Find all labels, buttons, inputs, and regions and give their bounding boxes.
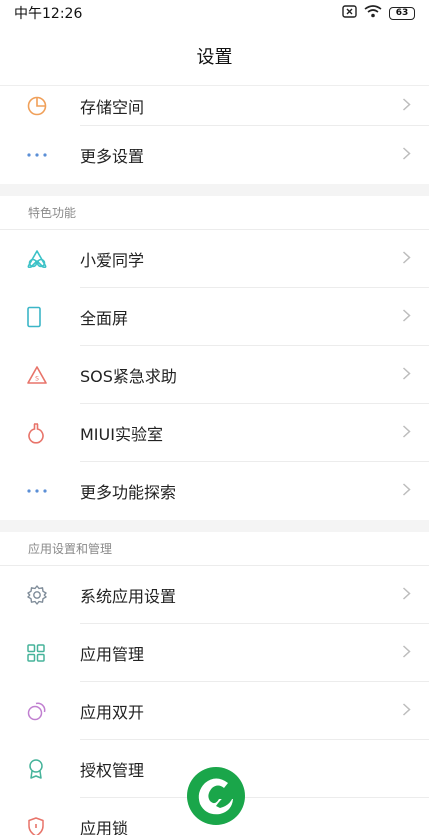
pie-chart-icon — [0, 95, 80, 117]
dual-apps-icon — [0, 700, 80, 722]
settings-item-label: 更多设置 — [80, 147, 145, 166]
settings-item-system-apps[interactable]: 系统应用设置 — [0, 566, 429, 624]
settings-item-label: 存储空间 — [80, 86, 429, 126]
settings-item-fullscreen[interactable]: 全面屏 — [0, 288, 429, 346]
sos-icon: S — [0, 365, 80, 385]
phone-screen-icon — [0, 306, 80, 328]
title-bar: 设置 — [0, 26, 429, 86]
chevron-right-icon — [402, 702, 411, 721]
chevron-right-icon — [402, 586, 411, 605]
settings-item-sos[interactable]: S SOS紧急求助 — [0, 346, 429, 404]
settings-item-xiaoai[interactable]: 小爱同学 — [0, 230, 429, 288]
battery-icon: 63 — [389, 6, 415, 20]
lab-flask-icon — [0, 422, 80, 444]
chevron-right-icon — [402, 146, 411, 165]
xiaoai-icon — [0, 249, 80, 269]
more-dots-icon — [0, 152, 80, 158]
settings-list: 存储空间 更多设置 特色功能 小爱同学 全面屏 S SOS紧急求助 MIUI实验… — [0, 86, 429, 835]
settings-item-label: 系统应用设置 — [80, 566, 429, 624]
settings-item-label: 应用锁 — [80, 819, 129, 835]
chevron-right-icon — [402, 366, 411, 385]
settings-item-label: MIUI实验室 — [80, 404, 429, 462]
wifi-icon — [364, 4, 382, 22]
settings-item-dual-apps[interactable]: 应用双开 — [0, 682, 429, 740]
chevron-right-icon — [402, 644, 411, 663]
chevron-right-icon — [402, 97, 411, 116]
page-title: 设置 — [196, 46, 233, 68]
section-divider — [0, 184, 429, 196]
status-time: 中午12:26 — [14, 6, 83, 22]
battery-level: 63 — [389, 6, 415, 20]
settings-item-more-features[interactable]: 更多功能探索 — [0, 462, 429, 520]
gear-icon — [0, 584, 80, 606]
settings-item-label: 小爱同学 — [80, 230, 429, 288]
more-dots-icon — [0, 488, 80, 494]
badge-icon — [0, 758, 80, 780]
watermark-logo — [186, 766, 246, 826]
section-header-apps: 应用设置和管理 — [0, 532, 429, 566]
section-divider — [0, 520, 429, 532]
settings-item-label: SOS紧急求助 — [80, 346, 429, 404]
no-sim-icon — [342, 4, 357, 22]
settings-item-label: 应用双开 — [80, 682, 429, 740]
shield-lock-icon — [0, 816, 80, 835]
section-header-features: 特色功能 — [0, 196, 429, 230]
svg-text:S: S — [35, 376, 39, 383]
settings-item-label: 授权管理 — [80, 740, 429, 798]
settings-item-more-settings[interactable]: 更多设置 — [0, 126, 429, 184]
settings-item-app-management[interactable]: 应用管理 — [0, 624, 429, 682]
status-bar: 中午12:26 63 — [0, 0, 429, 26]
chevron-right-icon — [402, 308, 411, 327]
chevron-right-icon — [402, 250, 411, 269]
status-icons: 63 — [342, 4, 415, 22]
settings-item-label: 更多功能探索 — [80, 483, 177, 502]
chevron-right-icon — [402, 424, 411, 443]
settings-item-storage[interactable]: 存储空间 — [0, 86, 429, 126]
grid-icon — [0, 643, 80, 663]
settings-item-label: 全面屏 — [80, 288, 429, 346]
settings-item-miui-lab[interactable]: MIUI实验室 — [0, 404, 429, 462]
chevron-right-icon — [402, 482, 411, 501]
settings-item-label: 应用管理 — [80, 624, 429, 682]
